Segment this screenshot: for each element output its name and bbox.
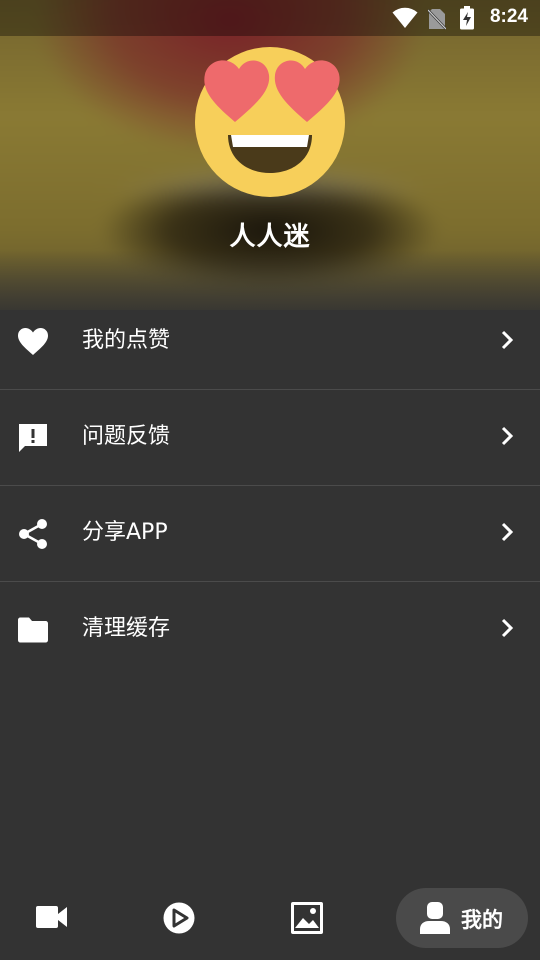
- avatar[interactable]: [195, 47, 345, 197]
- chevron-right-icon: [501, 330, 514, 350]
- battery-charging-icon: [460, 6, 474, 30]
- menu-item-share[interactable]: 分享APP: [0, 486, 540, 582]
- chevron-right-icon: [501, 522, 514, 542]
- menu-item-label: 清理缓存: [82, 616, 171, 641]
- status-bar: 8:24: [0, 0, 540, 36]
- menu-item-label: 问题反馈: [82, 424, 171, 449]
- menu-item-feedback[interactable]: 问题反馈: [0, 390, 540, 486]
- video-camera-icon: [36, 906, 67, 928]
- settings-menu: 我的点赞 问题反馈 分享APP 清理缓存: [0, 294, 540, 677]
- chevron-right-icon: [501, 618, 514, 638]
- chevron-right-icon: [501, 426, 514, 446]
- wifi-icon: [392, 7, 418, 29]
- play-circle-icon: [163, 902, 195, 934]
- status-time: 8:24: [489, 6, 528, 27]
- tab-mine[interactable]: 我的: [396, 888, 528, 948]
- username: 人人迷: [229, 222, 311, 252]
- menu-item-label: 分享APP: [82, 520, 168, 545]
- feedback-icon: [19, 424, 47, 452]
- heart-eyes-emoji-icon: [195, 47, 345, 197]
- menu-item-clear-cache[interactable]: 清理缓存: [0, 582, 540, 677]
- menu-item-label: 我的点赞: [82, 328, 171, 353]
- no-sim-icon: [428, 9, 446, 30]
- tab-play[interactable]: [163, 902, 195, 934]
- person-icon: [420, 902, 450, 934]
- tab-mine-label: 我的: [461, 908, 503, 932]
- tab-images[interactable]: [291, 902, 323, 934]
- tab-video[interactable]: [36, 905, 68, 929]
- share-icon: [19, 519, 47, 549]
- folder-icon: [18, 617, 48, 643]
- image-icon: [291, 902, 323, 934]
- menu-item-likes[interactable]: 我的点赞: [0, 294, 540, 390]
- heart-icon: [18, 328, 48, 355]
